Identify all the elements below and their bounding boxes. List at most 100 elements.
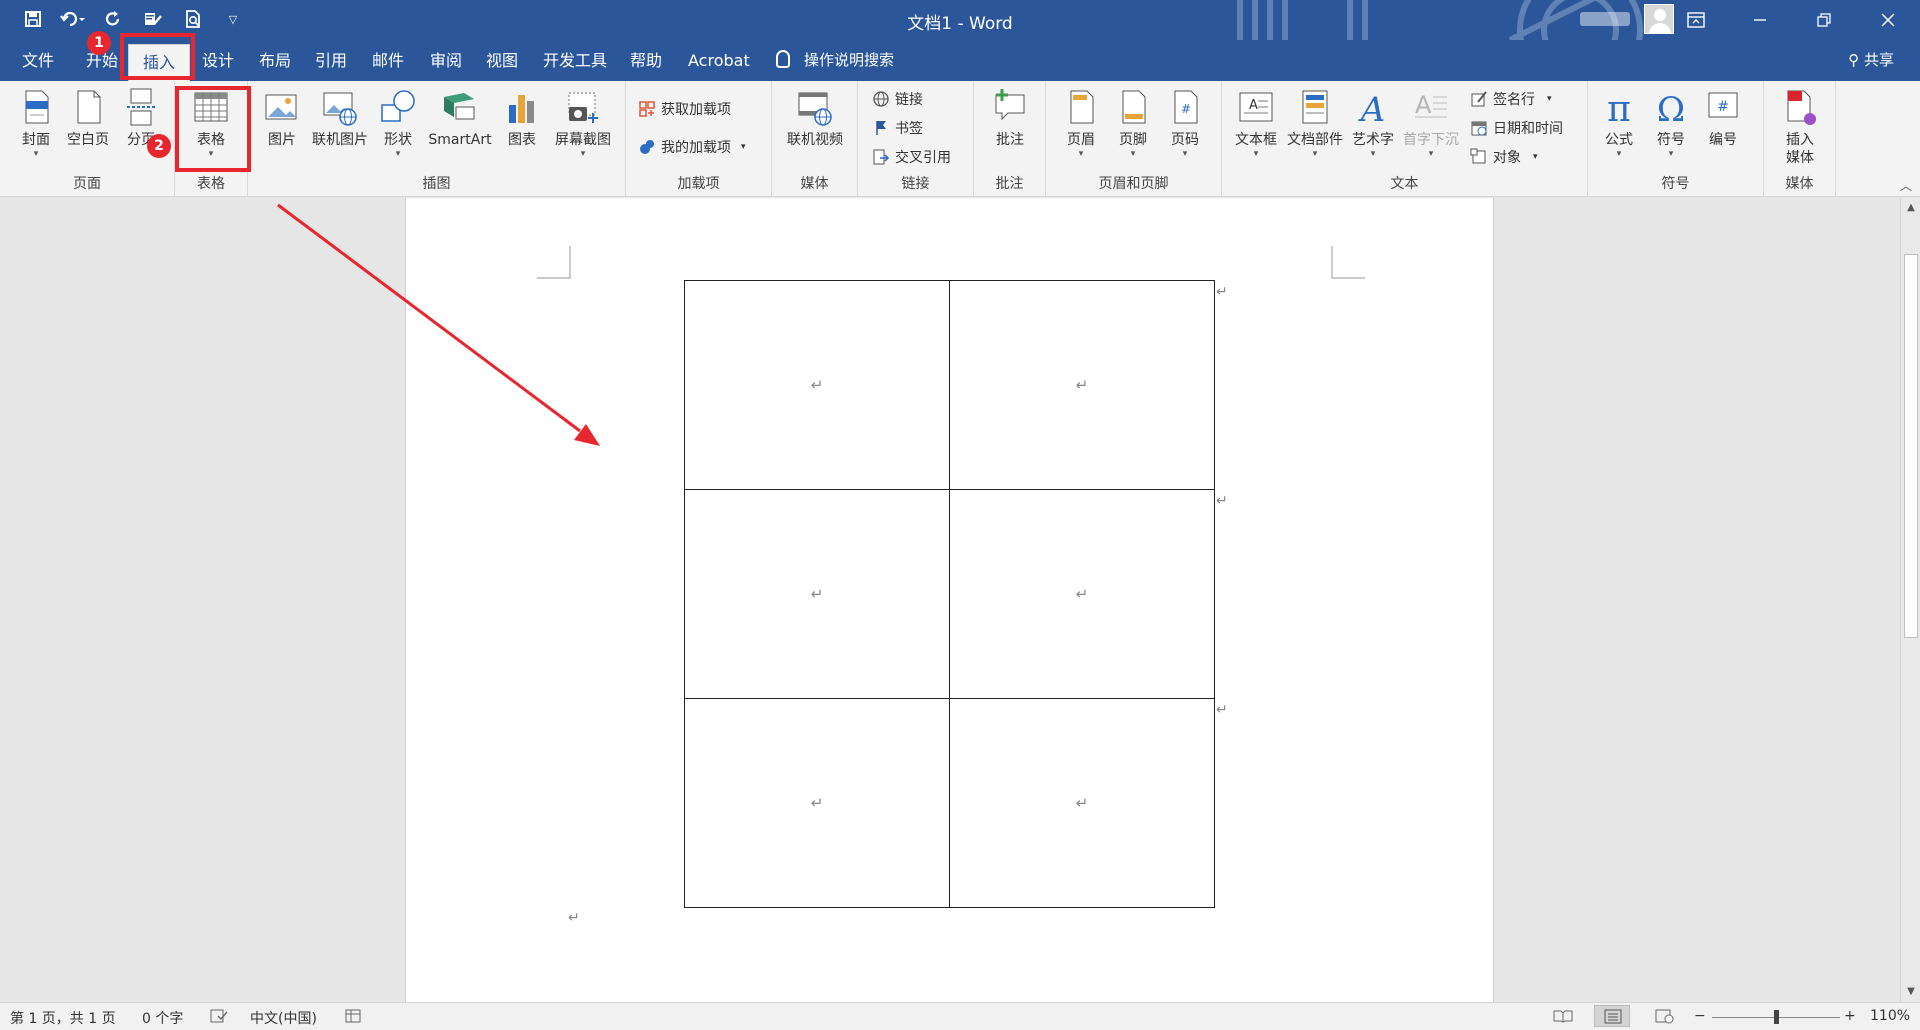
table-row: ↵ ↵: [684, 489, 1215, 699]
table-cell[interactable]: ↵: [949, 698, 1215, 908]
text-box-button[interactable]: A 文本框 ▾: [1230, 87, 1282, 159]
lightbulb-icon: [776, 50, 790, 68]
document-page[interactable]: ↵ ↵ ↵ ↵ ↵ ↵ ↵ ↵ ↵ ↵: [405, 198, 1494, 1002]
tab-review[interactable]: 审阅: [416, 40, 476, 81]
word-table[interactable]: ↵ ↵ ↵ ↵ ↵ ↵: [684, 280, 1215, 908]
drop-cap-button[interactable]: A 首字下沉 ▾: [1400, 87, 1462, 159]
scrollbar-thumb[interactable]: [1904, 254, 1918, 638]
wordart-button[interactable]: A 艺术字 ▾: [1348, 87, 1398, 159]
cover-page-button[interactable]: 封面 ▾: [10, 87, 62, 159]
blank-page-icon: [68, 87, 108, 127]
zoom-out-button[interactable]: −: [1694, 1008, 1706, 1024]
tab-file[interactable]: 文件: [8, 40, 68, 81]
cross-reference-icon: [872, 148, 890, 166]
group-label-symbols: 符号: [1661, 176, 1690, 192]
group-label-illustrations: 插图: [422, 176, 451, 192]
online-pictures-button[interactable]: 联机图片: [308, 87, 372, 149]
get-addins-button[interactable]: 获取加载项: [638, 99, 731, 119]
zoom-level[interactable]: 110%: [1870, 1008, 1910, 1024]
group-header-footer: 页眉 ▾ 页脚 ▾ # 页码 ▾ 页眉和页脚: [1046, 81, 1222, 197]
object-button[interactable]: 对象 ▾: [1470, 147, 1538, 167]
symbol-button[interactable]: Ω 符号 ▾: [1646, 87, 1696, 159]
tab-design[interactable]: 设计: [188, 40, 248, 81]
my-addins-button[interactable]: 我的加载项 ▾: [638, 137, 746, 157]
date-time-button[interactable]: 日期和时间: [1470, 118, 1563, 138]
footer-button[interactable]: 页脚 ▾: [1108, 87, 1158, 159]
proofing-icon[interactable]: [210, 1008, 228, 1028]
page-number-button[interactable]: # 页码 ▾: [1160, 87, 1210, 159]
comment-button[interactable]: 批注: [984, 87, 1036, 149]
tab-acrobat[interactable]: Acrobat: [674, 40, 764, 81]
close-icon[interactable]: [1856, 0, 1920, 40]
word-count[interactable]: 0 个字: [142, 1008, 183, 1028]
signature-line-button[interactable]: 签名行 ▾: [1470, 89, 1552, 109]
page-count[interactable]: 第 1 页，共 1 页: [10, 1008, 116, 1028]
table-cell[interactable]: ↵: [949, 280, 1215, 490]
table-cell[interactable]: ↵: [684, 489, 950, 699]
account-area[interactable]: [1580, 4, 1674, 34]
scroll-down-icon[interactable]: ▼: [1904, 985, 1918, 999]
group-label-media2: 媒体: [1785, 176, 1814, 192]
text-box-icon: A: [1236, 87, 1276, 127]
zoom-slider-thumb[interactable]: [1774, 1010, 1779, 1024]
window-controls: [1664, 0, 1920, 40]
print-layout-icon[interactable]: [1594, 1005, 1630, 1027]
table-cell[interactable]: ↵: [684, 280, 950, 490]
scroll-up-icon[interactable]: ▲: [1904, 201, 1918, 215]
svg-text:A: A: [1415, 91, 1432, 119]
cross-reference-button[interactable]: 交叉引用: [872, 147, 951, 167]
step-badge-2: 2: [147, 134, 171, 158]
tab-help[interactable]: 帮助: [616, 40, 676, 81]
tab-developer[interactable]: 开发工具: [529, 40, 621, 81]
svg-text:A: A: [1249, 98, 1258, 113]
tell-me-search[interactable]: 操作说明搜索: [776, 40, 894, 81]
restore-icon[interactable]: [1792, 0, 1856, 40]
shapes-button[interactable]: 形状 ▾: [376, 87, 420, 159]
bookmark-button[interactable]: 书签: [872, 118, 923, 138]
blank-page-button[interactable]: 空白页: [62, 87, 114, 149]
table-cell[interactable]: ↵: [949, 489, 1215, 699]
insert-media-button[interactable]: 插入媒体: [1772, 87, 1828, 167]
quick-parts-button[interactable]: 文档部件 ▾: [1284, 87, 1346, 159]
group-label-links: 链接: [901, 176, 930, 192]
page-number-icon: #: [1165, 87, 1205, 127]
svg-text:#: #: [1181, 102, 1191, 116]
number-button[interactable]: # 编号: [1698, 87, 1748, 149]
link-button[interactable]: 链接: [872, 89, 923, 109]
share-button[interactable]: ⚲ 共享: [1848, 40, 1894, 81]
group-illustrations: 图片 联机图片 形状 ▾ SmartArt 图表 屏幕截图 ▾ 插图: [248, 81, 626, 197]
tab-layout[interactable]: 布局: [245, 40, 305, 81]
group-label-comments: 批注: [995, 176, 1024, 192]
tab-mailings[interactable]: 邮件: [358, 40, 418, 81]
macro-record-icon[interactable]: [345, 1008, 361, 1028]
pi-icon: π: [1599, 87, 1639, 130]
group-comments: 批注 批注: [974, 81, 1046, 197]
language[interactable]: 中文(中国): [250, 1008, 317, 1028]
screenshot-button[interactable]: 屏幕截图 ▾: [548, 87, 618, 159]
web-layout-icon[interactable]: [1655, 1008, 1675, 1028]
object-icon: [1470, 148, 1488, 166]
quick-parts-label: 文档部件: [1287, 132, 1343, 148]
tab-view[interactable]: 视图: [472, 40, 532, 81]
smartart-label: SmartArt: [428, 132, 492, 148]
word-window: ▽ 文档1 - Word 文件 开始 插入 设计 布局 引用 邮件 审阅 视图 …: [0, 0, 1920, 1030]
end-of-row-mark: ↵: [1216, 702, 1228, 718]
collapse-ribbon-icon[interactable]: ︿: [1900, 177, 1912, 194]
vertical-scrollbar[interactable]: ▲ ▼: [1900, 198, 1920, 1002]
minimize-icon[interactable]: [1728, 0, 1792, 40]
ribbon-display-options-icon[interactable]: [1664, 0, 1728, 40]
link-icon: [872, 90, 890, 108]
read-mode-icon[interactable]: [1553, 1008, 1573, 1028]
header-button[interactable]: 页眉 ▾: [1056, 87, 1106, 159]
table-cell[interactable]: ↵: [684, 698, 950, 908]
cover-page-label: 封面: [22, 132, 50, 148]
smartart-button[interactable]: SmartArt: [424, 87, 496, 149]
chevron-down-icon: ▾: [1533, 152, 1538, 162]
online-video-button[interactable]: 联机视频: [780, 87, 850, 149]
zoom-in-button[interactable]: +: [1844, 1008, 1856, 1024]
comment-label: 批注: [996, 132, 1024, 148]
pictures-button[interactable]: 图片: [260, 87, 304, 149]
equation-button[interactable]: π 公式 ▾: [1594, 87, 1644, 159]
chart-button[interactable]: 图表: [500, 87, 544, 149]
tab-references[interactable]: 引用: [301, 40, 361, 81]
